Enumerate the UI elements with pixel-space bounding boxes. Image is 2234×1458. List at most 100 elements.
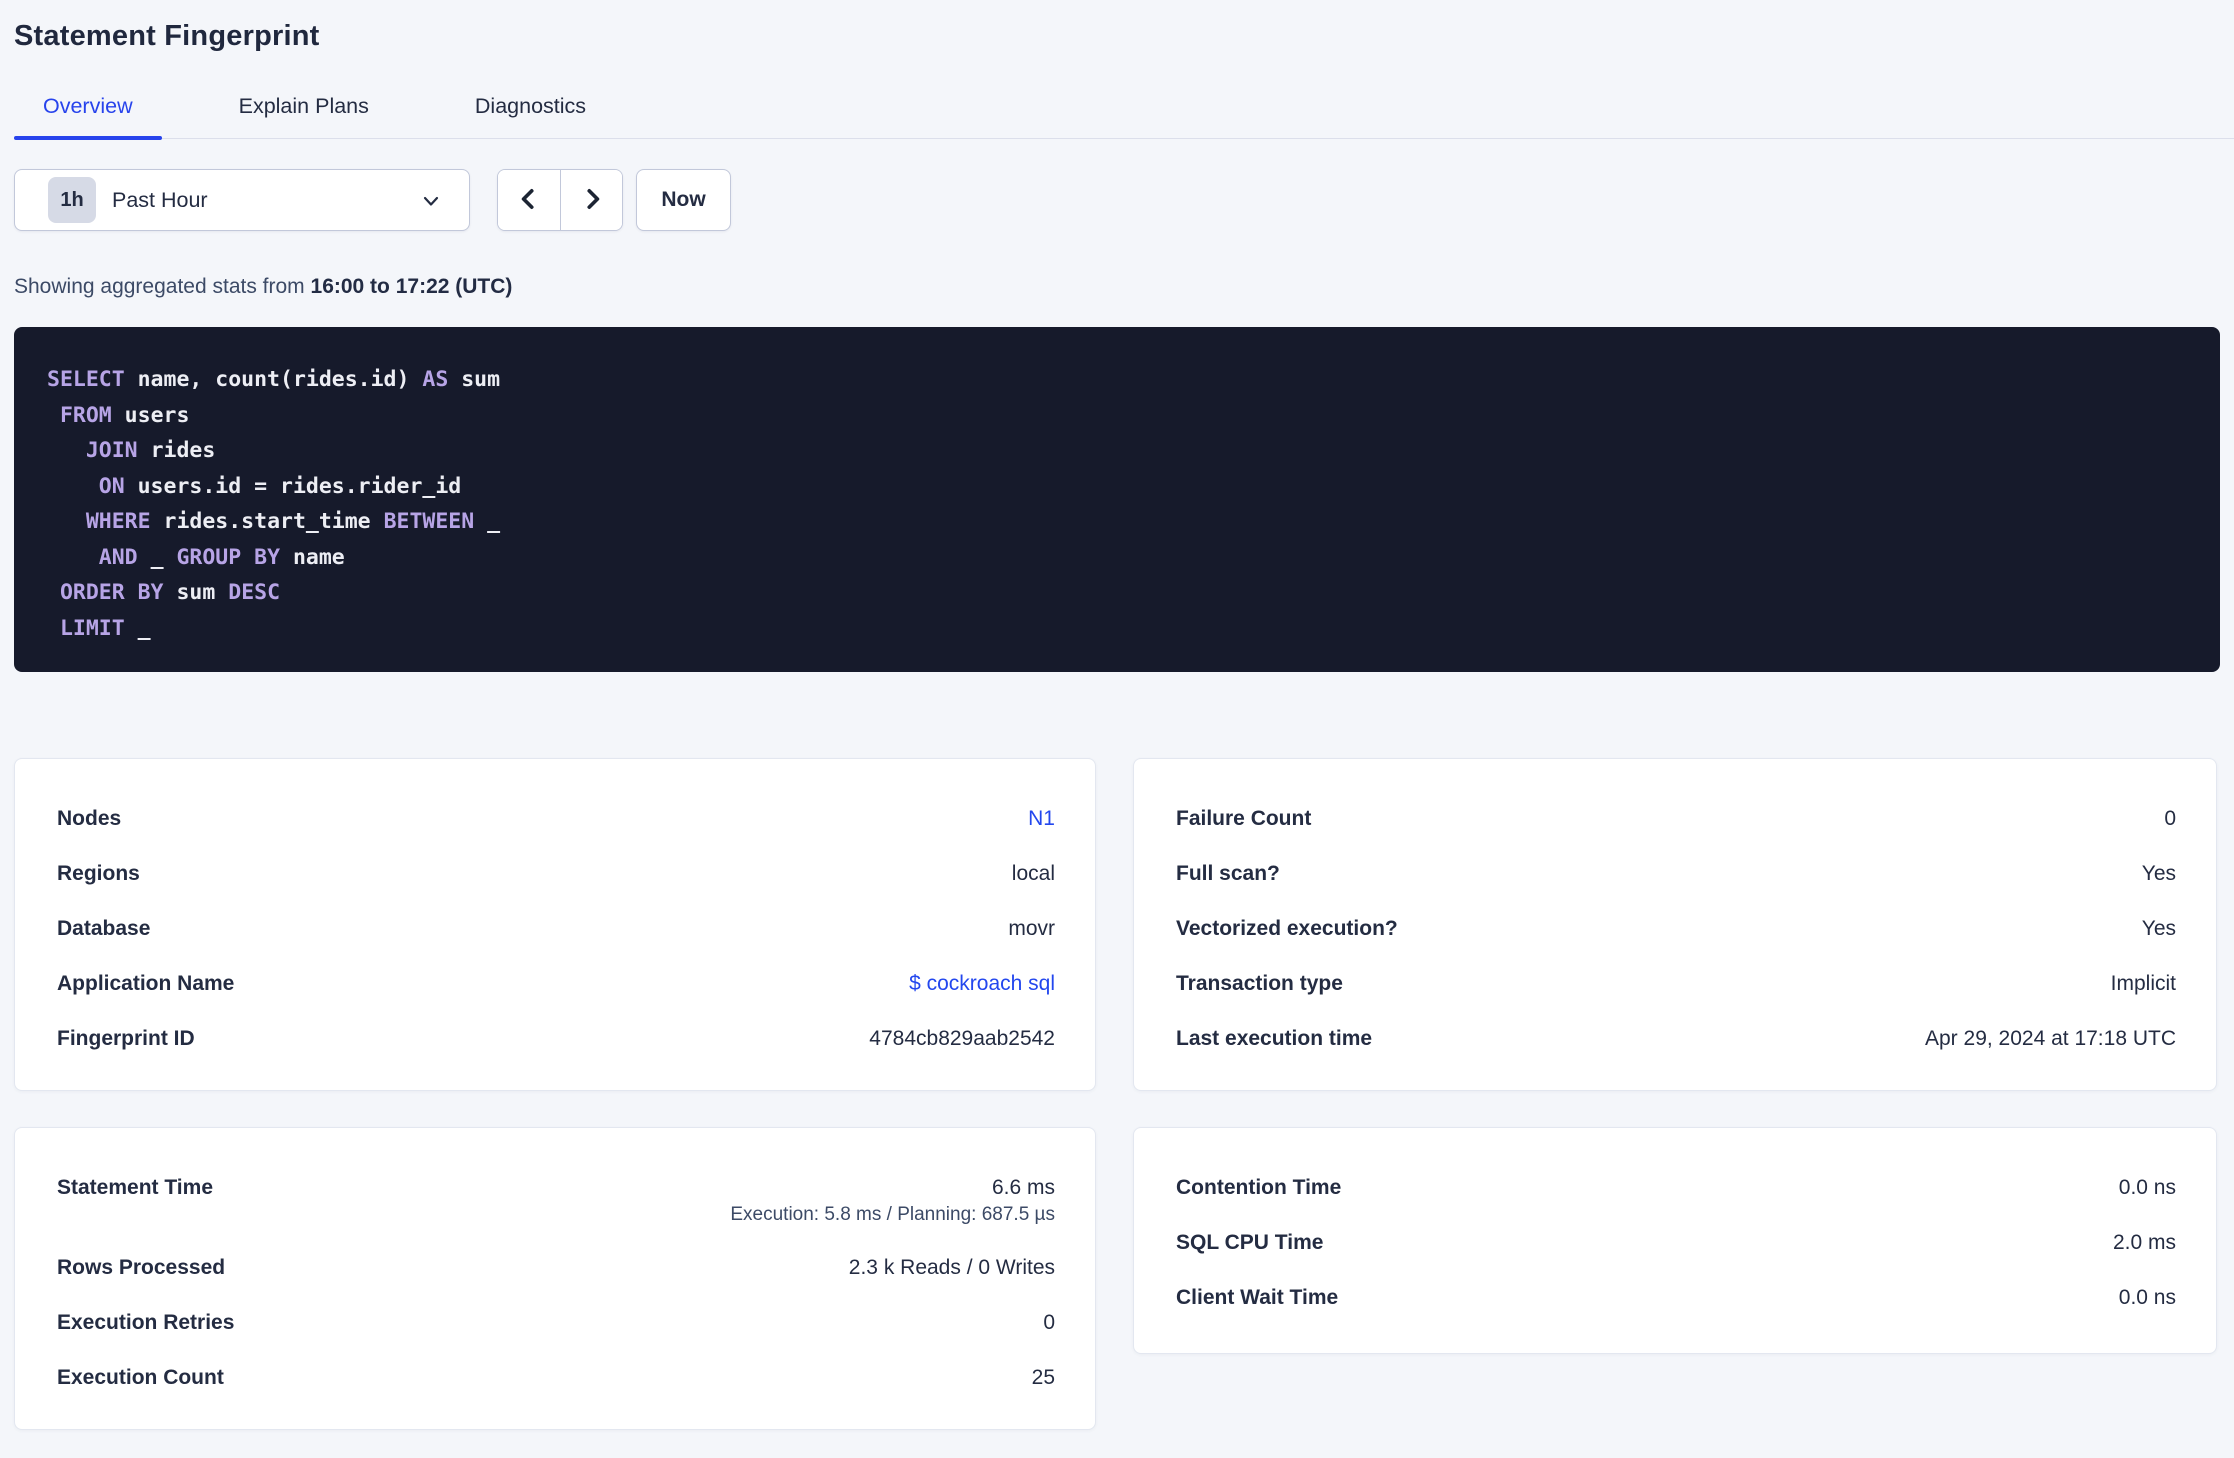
sql-keyword: BETWEEN xyxy=(383,509,475,534)
stat-value-group: 0 xyxy=(1043,1308,1055,1337)
previous-time-button[interactable] xyxy=(498,170,560,230)
stat-label: Statement Time xyxy=(57,1176,213,1199)
stat-value: 6.6 ms xyxy=(991,1176,1055,1199)
stat-value: Yes xyxy=(2141,862,2176,885)
stat-value-group: local xyxy=(1012,859,1055,888)
sql-text: _ xyxy=(474,509,501,534)
stat-label: Vectorized execution? xyxy=(1176,917,1398,940)
stat-label: Regions xyxy=(57,862,140,885)
sql-line: AND _ GROUP BY name xyxy=(47,540,2187,576)
sql-text: name xyxy=(280,544,345,570)
stat-value: 25 xyxy=(1031,1366,1055,1389)
stat-label: Client Wait Time xyxy=(1176,1286,1339,1309)
sql-keyword: GROUP BY xyxy=(176,544,281,570)
sql-keyword: DESC xyxy=(228,580,281,605)
overview-details-left-card: Nodes N1 Regions local Database movr Applicati… xyxy=(14,758,1096,1091)
sql-line: SELECT name, count(rides.id) AS sum xyxy=(47,362,2187,398)
stat-label: Rows Processed xyxy=(57,1256,226,1279)
stat-row: Statement Time 6.6 ms Execution: 5.8 ms / … xyxy=(57,1173,1055,1227)
sql-text: _ xyxy=(124,615,151,641)
stat-row: Last execution time Apr 29, 2024 at 17:18… xyxy=(1176,1024,2176,1053)
stat-row: Execution Count 25 xyxy=(57,1363,1055,1392)
stat-value-group: movr xyxy=(1008,914,1055,943)
sql-keyword: LIMIT xyxy=(59,615,125,641)
summary-cards: Nodes N1 Regions local Database movr Applicati… xyxy=(14,758,2220,1430)
sql-keyword: ON xyxy=(98,473,125,499)
sql-keyword: AND xyxy=(98,544,138,570)
stat-value: 0 xyxy=(1043,1311,1055,1334)
stat-value: Apr 29, 2024 at 17:18 UTC xyxy=(1925,1027,2176,1050)
tab-explain-plans[interactable]: Explain Plans xyxy=(210,93,398,138)
stat-value: 2.3 k Reads / 0 Writes xyxy=(848,1256,1055,1279)
stat-row: Fingerprint ID 4784cb829aab2542 xyxy=(57,1024,1055,1053)
stat-row: Regions local xyxy=(57,859,1055,888)
stat-label: Failure Count xyxy=(1176,807,1312,830)
interval-label: Past Hour xyxy=(112,187,208,212)
stat-subvalue: Execution: 5.8 ms / Planning: 687.5 µs xyxy=(730,1204,1055,1225)
stat-label: Last execution time xyxy=(1176,1027,1373,1050)
sql-line: JOIN rides xyxy=(47,433,2187,469)
stat-label: Contention Time xyxy=(1176,1176,1342,1199)
stat-value-group: N1 xyxy=(1028,804,1055,833)
sql-text: name, count(rides.id) xyxy=(124,367,423,392)
stat-value-group: 2.0 ms xyxy=(2113,1228,2176,1257)
statement-stats-card: Statement Time 6.6 ms Execution: 5.8 ms / … xyxy=(14,1127,1096,1430)
interval-badge: 1h xyxy=(48,177,96,223)
sql-text: rides.start_time xyxy=(150,509,384,534)
sql-line: ORDER BY sum DESC xyxy=(47,575,2187,611)
stat-value: 0.0 ns xyxy=(2118,1176,2176,1199)
sql-keyword: SELECT xyxy=(47,367,125,392)
time-controls: 1h Past Hour Now xyxy=(14,169,2220,231)
stat-row: Vectorized execution? Yes xyxy=(1176,914,2176,943)
stat-value: Implicit xyxy=(2110,972,2176,995)
stat-value-link[interactable]: $ cockroach sql xyxy=(909,969,1055,998)
time-range-dropdown[interactable]: 1h Past Hour xyxy=(14,169,470,231)
time-step-buttons xyxy=(497,169,623,231)
stat-value-group: $ cockroach sql xyxy=(909,969,1055,998)
stat-row: Application Name $ cockroach sql xyxy=(57,969,1055,998)
sql-text: users xyxy=(111,402,190,428)
stat-value-group: 0 xyxy=(2164,804,2176,833)
time-stats-card: Contention Time 0.0 ns SQL CPU Time 2.0 ms C… xyxy=(1133,1127,2217,1354)
stat-label: Fingerprint ID xyxy=(57,1027,195,1050)
chevron-right-icon xyxy=(579,186,605,215)
stat-value: movr xyxy=(1008,917,1055,940)
next-time-button[interactable] xyxy=(560,170,622,230)
sql-keyword: AS xyxy=(422,367,449,392)
stat-row: Client Wait Time 0.0 ns xyxy=(1176,1283,2176,1312)
sql-keyword: JOIN xyxy=(85,438,138,463)
sql-line: FROM users xyxy=(47,398,2187,434)
stat-row: Database movr xyxy=(57,914,1055,943)
chevron-down-icon xyxy=(419,189,443,218)
stat-value-group: 4784cb829aab2542 xyxy=(869,1024,1055,1053)
stat-value-group: 0.0 ns xyxy=(2119,1283,2176,1312)
tab-diagnostics[interactable]: Diagnostics xyxy=(446,93,615,138)
stat-row: SQL CPU Time 2.0 ms xyxy=(1176,1228,2176,1257)
stat-value: local xyxy=(1011,862,1055,885)
tab-overview[interactable]: Overview xyxy=(14,93,162,140)
stat-value-link[interactable]: N1 xyxy=(1028,804,1055,833)
stats-line-range: 16:00 to 17:22 (UTC) xyxy=(310,275,513,298)
stat-row: Rows Processed 2.3 k Reads / 0 Writes xyxy=(57,1253,1055,1282)
stat-label: Application Name xyxy=(57,972,235,995)
stats-line-prefix: Showing aggregated stats from xyxy=(14,275,311,298)
stat-value-group: Yes xyxy=(2142,859,2176,888)
sql-text: users.id = rides.rider_id xyxy=(124,473,462,499)
stat-value-group: Yes xyxy=(2142,914,2176,943)
stat-value: 2.0 ms xyxy=(2112,1231,2176,1254)
sql-text: rides xyxy=(137,438,216,463)
statement-fingerprint-page: Statement Fingerprint Overview Explain P… xyxy=(0,0,2234,1458)
aggregated-stats-line: Showing aggregated stats from 16:00 to 1… xyxy=(14,273,2220,300)
now-button[interactable]: Now xyxy=(636,169,731,231)
stat-label: Database xyxy=(57,917,151,940)
sql-statement-box: SELECT name, count(rides.id) AS sum FROM… xyxy=(14,327,2220,672)
sql-line: WHERE rides.start_time BETWEEN _ xyxy=(47,504,2187,540)
overview-details-right-card: Failure Count 0 Full scan? Yes Vectorized ex… xyxy=(1133,758,2217,1091)
stat-value-group: 2.3 k Reads / 0 Writes xyxy=(849,1253,1055,1282)
